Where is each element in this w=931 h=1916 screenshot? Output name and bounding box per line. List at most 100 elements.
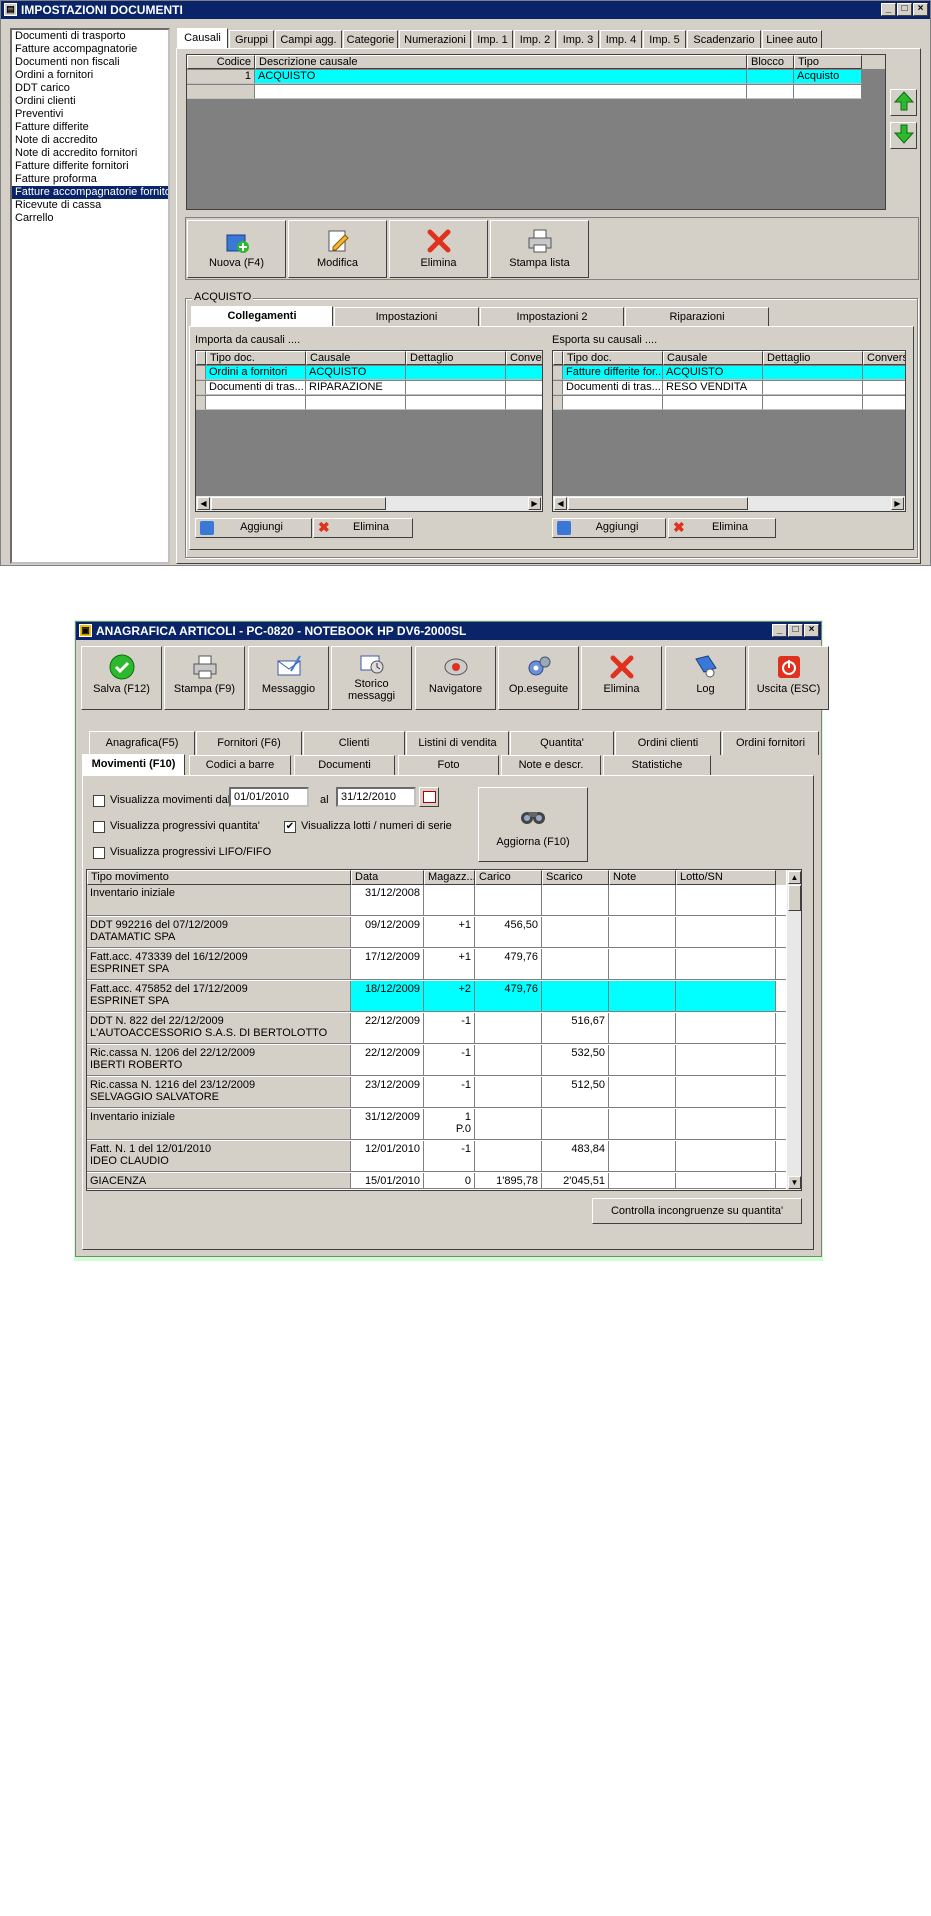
tab-fornitori-f6[interactable]: Fornitori (F6) <box>196 731 302 755</box>
tab-campi-agg-[interactable]: Campi agg. <box>275 30 342 50</box>
table-row[interactable]: DDT N. 822 del 22/12/2009 L'AUTOACCESSORI… <box>87 1013 786 1044</box>
tab-linee-auto[interactable]: Linee auto <box>762 30 822 50</box>
tab-quantita[interactable]: Quantita' <box>510 731 614 755</box>
tab-documenti[interactable]: Documenti <box>294 755 395 775</box>
col-header[interactable]: Conversi <box>863 351 905 365</box>
table-row[interactable]: Ric.cassa N. 1216 del 23/12/2009 SELVAGGI… <box>87 1077 786 1108</box>
scroll-up-button[interactable]: ▲ <box>788 871 801 884</box>
table-row[interactable]: Inventario iniziale 31/12/2009 1 P.0 <box>87 1109 786 1140</box>
col-header[interactable]: Causale <box>306 351 406 365</box>
toolbar-elimina-button[interactable]: Elimina <box>581 646 662 710</box>
table-row[interactable]: Fatture differite for... ACQUISTO <box>553 366 905 380</box>
toolbar-salva-f12-button[interactable]: Salva (F12) <box>81 646 162 710</box>
col-header[interactable]: Dettaglio <box>406 351 506 365</box>
esporta-elimina-button[interactable]: ✖ Elimina <box>668 518 776 538</box>
tab-causali[interactable]: Causali <box>177 28 228 48</box>
esporta-aggiungi-button[interactable]: Aggiungi <box>552 518 666 538</box>
sidebar-item[interactable]: Ordini clienti <box>12 95 168 108</box>
col-header[interactable]: Causale <box>663 351 763 365</box>
modifica-button[interactable]: Modifica <box>288 220 387 278</box>
table-row-empty[interactable] <box>196 396 542 410</box>
tab-gruppi[interactable]: Gruppi <box>229 30 274 50</box>
date-from-input[interactable]: 01/01/2010 <box>229 787 309 807</box>
calendar-button[interactable] <box>419 787 439 807</box>
col-header[interactable]: Dettaglio <box>763 351 863 365</box>
importa-scrollbar[interactable]: ◀ ▶ <box>196 496 542 511</box>
table-row[interactable]: Fatt. N. 1 del 12/01/2010 IDEO CLAUDIO 12/… <box>87 1141 786 1172</box>
prog-lifo-checkbox[interactable] <box>93 847 105 859</box>
toolbar-messaggio-button[interactable]: Messaggio <box>248 646 329 710</box>
movimenti-vscrollbar[interactable]: ▲ ▼ <box>787 870 801 1190</box>
causali-grid[interactable]: Codice Descrizione causale Blocco Tipo 1… <box>186 54 886 210</box>
toolbar-log-button[interactable]: Log <box>665 646 746 710</box>
col-header[interactable]: Tipo movimento <box>87 870 351 885</box>
toolbar-uscita-esc-button[interactable]: Uscita (ESC) <box>748 646 829 710</box>
move-up-button[interactable] <box>890 89 917 116</box>
col-header[interactable]: Carico <box>475 870 542 885</box>
tab-clienti[interactable]: Clienti <box>303 731 405 755</box>
minimize-button[interactable]: _ <box>881 3 896 16</box>
tab-imp-4[interactable]: Imp. 4 <box>600 30 642 50</box>
tab-imp-5[interactable]: Imp. 5 <box>643 30 686 50</box>
date-to-input[interactable]: 31/12/2010 <box>336 787 416 807</box>
col-header[interactable]: Tipo doc. <box>563 351 663 365</box>
table-row[interactable]: Ric.cassa N. 1206 del 22/12/2009 IBERTI R… <box>87 1045 786 1076</box>
tab-listini-di-vendita[interactable]: Listini di vendita <box>406 731 509 755</box>
tab-scadenzario[interactable]: Scadenzario <box>687 30 761 50</box>
sidebar-item[interactable]: Fatture accompagnatorie <box>12 43 168 56</box>
col-descrizione[interactable]: Descrizione causale <box>255 55 747 69</box>
close-button[interactable]: × <box>913 3 928 16</box>
table-row[interactable]: Fatt.acc. 473339 del 16/12/2009 ESPRINET … <box>87 949 786 980</box>
tab-statistiche[interactable]: Statistiche <box>603 755 711 775</box>
table-row[interactable]: DDT 992216 del 07/12/2009 DATAMATIC SPA 09… <box>87 917 786 948</box>
table-row-empty[interactable] <box>553 396 905 410</box>
table-row[interactable]: 1 ACQUISTO Acquisto <box>187 70 862 84</box>
subtab-collegamenti[interactable]: Collegamenti <box>191 306 333 327</box>
giacenza-row[interactable]: GIACENZA 15/01/2010 0 1'895,78 2'045,51 <box>87 1173 786 1189</box>
tab-ordini-clienti[interactable]: Ordini clienti <box>615 731 721 755</box>
sidebar-item[interactable]: Note di accredito <box>12 134 168 147</box>
stampa-lista-button[interactable]: Stampa lista <box>490 220 589 278</box>
scroll-left-button[interactable]: ◀ <box>197 497 210 510</box>
scroll-down-button[interactable]: ▼ <box>788 1176 801 1189</box>
importa-grid[interactable]: Tipo doc. Causale Dettaglio Conver Ordini a … <box>195 350 543 512</box>
tab-foto[interactable]: Foto <box>398 755 499 775</box>
table-row[interactable]: Fatt.acc. 475852 del 17/12/2009 ESPRINET … <box>87 981 786 1012</box>
toolbar-op-eseguite-button[interactable]: Op.eseguite <box>498 646 579 710</box>
toolbar-stampa-f9-button[interactable]: Stampa (F9) <box>164 646 245 710</box>
sidebar-item[interactable]: Note di accredito fornitori <box>12 147 168 160</box>
tab-imp-2[interactable]: Imp. 2 <box>514 30 556 50</box>
subtab-impostazioni-2[interactable]: Impostazioni 2 <box>480 307 624 327</box>
subtab-impostazioni[interactable]: Impostazioni <box>334 307 479 327</box>
scroll-right-button[interactable]: ▶ <box>528 497 541 510</box>
move-down-button[interactable] <box>890 122 917 149</box>
scroll-thumb[interactable] <box>568 497 748 510</box>
col-header[interactable]: Conver <box>506 351 542 365</box>
tab-ordini-fornitori[interactable]: Ordini fornitori <box>722 731 819 755</box>
sidebar-item[interactable]: Fatture differite fornitori <box>12 160 168 173</box>
col-header[interactable]: Note <box>609 870 676 885</box>
sidebar-item[interactable]: DDT carico <box>12 82 168 95</box>
maximize-button[interactable]: □ <box>788 624 803 637</box>
minimize-button[interactable]: _ <box>772 624 787 637</box>
scroll-right-button[interactable]: ▶ <box>891 497 904 510</box>
nuova-button[interactable]: Nuova (F4) <box>187 220 286 278</box>
table-row[interactable]: Ordini a fornitori ACQUISTO <box>196 366 542 380</box>
sidebar-item[interactable]: Fatture accompagnatorie fornitori <box>12 186 168 199</box>
close-button[interactable]: × <box>804 624 819 637</box>
table-row[interactable]: Documenti di tras... RIPARAZIONE <box>196 381 542 395</box>
sidebar-item[interactable]: Documenti non fiscali <box>12 56 168 69</box>
subtab-riparazioni[interactable]: Riparazioni <box>625 307 769 327</box>
esporta-grid[interactable]: Tipo doc.CausaleDettaglioConversiFatture… <box>552 350 906 512</box>
col-header[interactable]: Data <box>351 870 424 885</box>
col-header[interactable]: Magazz... <box>424 870 475 885</box>
tab-codici-a-barre[interactable]: Codici a barre <box>189 755 291 775</box>
sidebar-item[interactable]: Ricevute di cassa <box>12 199 168 212</box>
lotti-checkbox[interactable]: ✔ <box>284 821 296 833</box>
maximize-button[interactable]: □ <box>897 3 912 16</box>
movimenti-dal-checkbox[interactable] <box>93 795 105 807</box>
elimina-button[interactable]: Elimina <box>389 220 488 278</box>
col-blocco[interactable]: Blocco <box>747 55 794 69</box>
aggiorna-button[interactable]: Aggiorna (F10) <box>478 787 588 862</box>
sidebar-item[interactable]: Preventivi <box>12 108 168 121</box>
